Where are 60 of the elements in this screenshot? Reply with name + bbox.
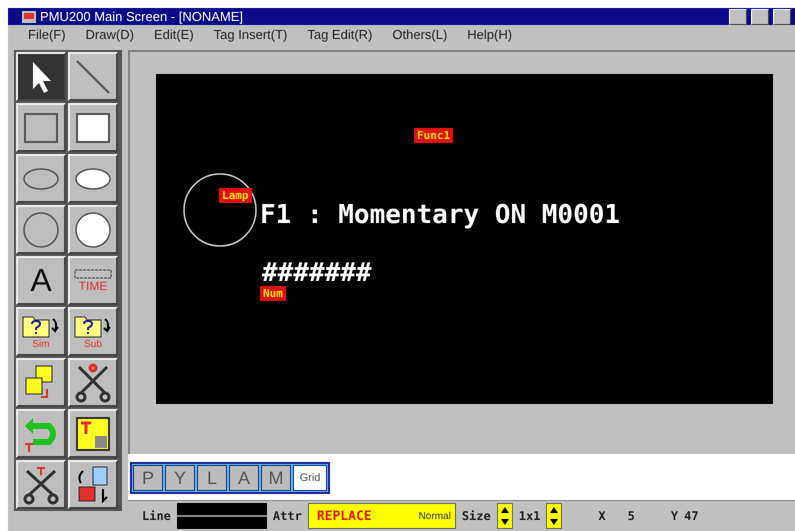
menu-item[interactable]: File(F) [28,27,66,42]
app-icon [22,10,36,23]
size-spinner[interactable] [496,503,513,529]
tool-button[interactable] [68,460,118,509]
window-title: PMU200 Main Screen - [NONAME] [40,9,244,24]
tool-button[interactable] [16,460,66,509]
tag-marker: Lamp [219,188,252,203]
maximize-button[interactable] [751,8,769,25]
menu-item[interactable]: Tag Edit(R) [307,27,372,42]
line-style-sample[interactable] [176,503,267,529]
minimize-button[interactable] [729,8,747,25]
size-spinner[interactable] [546,503,562,529]
tool-button[interactable] [16,205,66,254]
scissors-icon [21,464,61,504]
scissors-icon [73,362,113,402]
tool-button[interactable] [16,358,66,407]
layer-tab[interactable]: A [229,465,259,491]
close-button[interactable] [773,8,791,25]
tool-button[interactable] [68,52,118,101]
tool-button[interactable] [16,154,66,203]
tool-button[interactable] [68,358,118,407]
tool-button[interactable] [16,409,66,458]
clock-digits-icon [73,268,113,278]
attribute-field[interactable]: REPLACE Normal [308,503,456,529]
status-label: Size [462,509,491,523]
layer-tab[interactable]: P [133,465,163,491]
status-value: 47 [684,509,699,523]
status-label: Y [670,509,678,523]
layer-tab[interactable]: L [197,465,227,491]
status-label: Attr [272,509,302,523]
screen-text: F1 : Momentary ON M0001 [260,202,620,228]
filled-circle-icon [73,210,113,250]
tool-button[interactable] [68,154,118,203]
tool-button[interactable] [16,52,66,101]
menu-item[interactable]: Edit(E) [154,27,194,42]
time-tool-label: TIME [78,278,108,292]
status-value: 5 [628,509,635,523]
folder-tool-label: Sub [84,339,102,350]
layer-tab[interactable]: Y [165,465,195,491]
text-tool-label: A [30,262,52,299]
tool-button[interactable] [68,205,118,254]
lamp-circle-icon [182,172,258,248]
layer-tab[interactable]: Grid [293,465,327,491]
circle-icon [21,210,61,250]
tool-button[interactable]: A [16,256,66,305]
tool-button[interactable] [16,103,66,152]
size-value: 1x1 [518,509,540,523]
folder-tool-label: Sim [32,339,50,350]
menu-item[interactable]: Draw(D) [86,27,134,42]
tag-marker: Num [260,286,286,301]
status-label: Line [142,509,171,523]
status-label: X [598,509,606,523]
layer-tab[interactable]: M [261,465,291,491]
menu-item[interactable]: Tag Insert(T) [214,27,288,42]
tag-marker: Func1 [414,128,454,143]
menu-item[interactable]: Help(H) [467,27,512,42]
menu-item[interactable]: Others(L) [392,27,448,42]
tool-button[interactable] [68,409,118,458]
tool-button[interactable] [68,103,118,152]
screen-text: ####### [262,260,372,286]
